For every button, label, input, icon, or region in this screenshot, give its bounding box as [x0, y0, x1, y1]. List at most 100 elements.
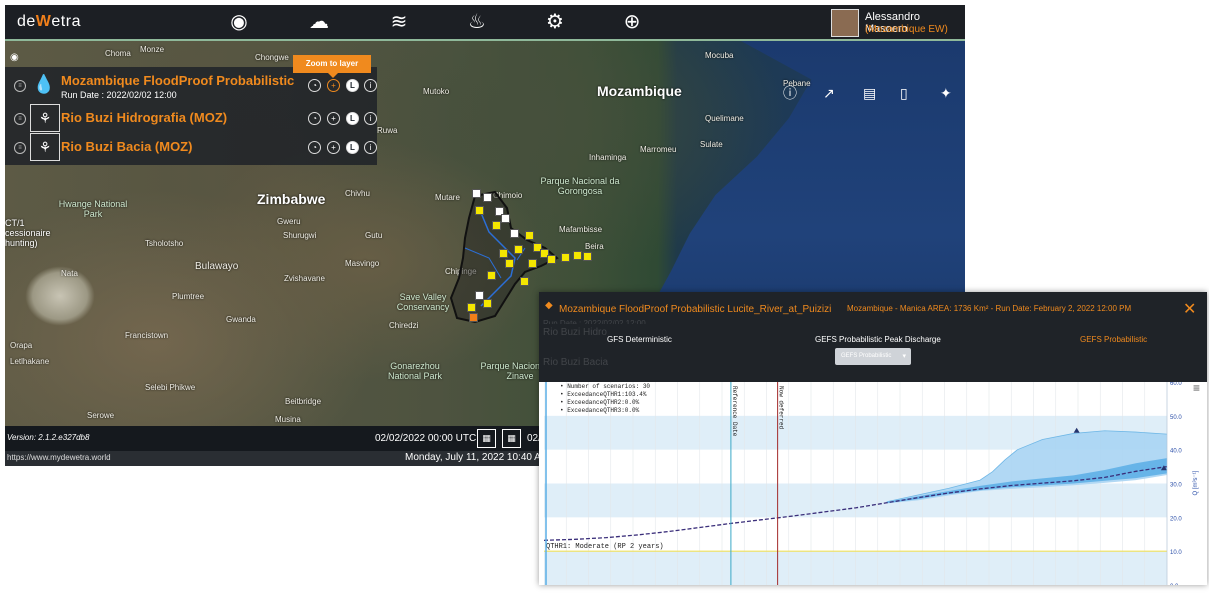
station-marker[interactable] — [472, 189, 481, 198]
gear-icon[interactable]: ⚙ — [543, 10, 567, 34]
tab-gfs-deterministic[interactable]: GFS Deterministic — [607, 335, 672, 344]
forecast-chart-panel: ◆ Mozambique FloodProof Probabilistic Lu… — [539, 292, 1207, 585]
legend-icon[interactable]: L — [346, 112, 359, 125]
zoom-to-layer-icon[interactable]: + — [327, 112, 340, 125]
stat-text: • ExceedanceQTHR1:103.4% — [560, 391, 647, 398]
panel-info: Mozambique - Manica AREA: 1736 Km² - Run… — [847, 304, 1132, 313]
y-tick-label: 20.0 — [1170, 516, 1182, 522]
zoom-to-layer-icon[interactable]: + — [327, 79, 340, 92]
info-icon[interactable]: i — [364, 141, 377, 154]
calendar-icon[interactable]: ▦ — [502, 429, 521, 448]
tab-gefs-probabilistic[interactable]: GEFS Probabilistic — [1080, 335, 1147, 344]
logo-text: de — [17, 13, 36, 30]
map-label: Gweru — [277, 217, 301, 226]
y-tick-label: 60.0 — [1170, 382, 1182, 387]
map-label: Mutoko — [423, 87, 450, 96]
station-marker[interactable] — [492, 221, 501, 230]
avatar[interactable] — [831, 9, 859, 37]
station-marker[interactable] — [510, 229, 519, 238]
layer-row[interactable]: ≡ ⚘ Rio Buzi Hidrografia (MOZ) ◔ + L i — [5, 104, 377, 134]
map-label: Tsholotsho — [145, 239, 184, 248]
layer-drag-icon[interactable]: ≡ — [14, 113, 26, 125]
station-marker[interactable] — [499, 249, 508, 258]
stat-text: • ExceedanceQTHR3:0.0% — [560, 407, 640, 414]
station-marker[interactable] — [561, 253, 570, 262]
forecast-chart: QTHR1: Moderate (RP 2 years) Reference Da… — [544, 382, 1199, 585]
layer-drag-icon[interactable]: ≡ — [14, 142, 26, 154]
map-label: Beitbridge — [285, 397, 322, 406]
station-marker[interactable] — [520, 277, 529, 286]
y-tick-label: 40.0 — [1170, 449, 1182, 455]
map-label: Shurugwi — [283, 231, 317, 240]
info-icon[interactable]: i — [364, 112, 377, 125]
zoom-to-layer-icon[interactable]: + — [327, 141, 340, 154]
layer-visibility-toggle-icon[interactable]: ◉ — [10, 52, 19, 63]
station-marker[interactable] — [583, 252, 592, 261]
layer-row[interactable]: ≡ 💧 Mozambique FloodProof Probabilistic … — [5, 69, 377, 100]
map-label: Chiredzi — [389, 321, 419, 330]
satellite-icon[interactable]: ✦ — [940, 83, 952, 103]
layer-drag-icon[interactable]: ≡ — [14, 80, 26, 92]
station-marker[interactable] — [547, 255, 556, 264]
map-label: Chongwe — [255, 53, 289, 62]
layer-title[interactable]: Mozambique FloodProof Probabilistic — [61, 73, 294, 88]
map-label: Gutu — [365, 231, 383, 240]
hydro-icon[interactable]: ♨ — [465, 10, 489, 34]
close-icon[interactable]: ✕ — [1183, 299, 1196, 319]
document-icon[interactable]: ▯ — [900, 83, 908, 103]
map-label: Masvingo — [345, 259, 380, 268]
station-marker[interactable] — [487, 271, 496, 280]
map-side-label: CT/1 — [5, 218, 25, 228]
legend-icon[interactable]: L — [346, 141, 359, 154]
dewetra-logo[interactable]: deWetra — [17, 13, 81, 31]
layer-title[interactable]: Rio Buzi Hidrografia (MOZ) — [61, 110, 227, 125]
info-icon[interactable]: ⓘ — [783, 83, 797, 103]
time-control-icon[interactable]: ◔ — [308, 141, 321, 154]
vertical-marker-label: Now deferred — [778, 386, 785, 430]
time-control-icon[interactable]: ◔ — [308, 79, 321, 92]
map-label: Zvishavane — [284, 274, 325, 283]
info-icon[interactable]: i — [364, 79, 377, 92]
layer-row[interactable]: ≡ ⚘ Rio Buzi Bacia (MOZ) ◔ + L i — [5, 133, 377, 163]
weather-icon[interactable]: ☁ — [307, 10, 331, 34]
map-label: Monze — [140, 45, 165, 54]
layer-panel: ≡ 💧 Mozambique FloodProof Probabilistic … — [5, 67, 377, 165]
legend-icon[interactable]: L — [346, 79, 359, 92]
scenario-select[interactable]: GEFS Probabilistic — [835, 348, 911, 365]
map-label: Marromeu — [640, 145, 677, 154]
layers-icon[interactable]: ≋ — [387, 10, 411, 34]
map-label: Choma — [105, 49, 131, 58]
station-marker[interactable] — [501, 214, 510, 223]
station-marker[interactable] — [483, 193, 492, 202]
panel-title: Mozambique FloodProof Probabilistic Luci… — [559, 304, 832, 315]
station-marker[interactable] — [505, 259, 514, 268]
map-label: Ruwa — [377, 126, 398, 135]
chart-icon[interactable]: ↗ — [823, 83, 835, 103]
calendar-icon[interactable]: ▦ — [477, 429, 496, 448]
map-label: Inhaminga — [589, 153, 627, 162]
station-marker[interactable] — [573, 251, 582, 260]
layer-title[interactable]: Rio Buzi Bacia (MOZ) — [61, 139, 192, 154]
globe-search-icon[interactable]: ⊕ — [620, 10, 644, 34]
map-label: Nata — [61, 269, 78, 278]
station-marker[interactable] — [525, 231, 534, 240]
station-marker[interactable] — [528, 259, 537, 268]
map-label: Francistown — [125, 331, 169, 340]
stat-text: • ExceedanceQTHR2:0.0% — [560, 399, 640, 406]
station-marker[interactable] — [514, 245, 523, 254]
map-label: Orapa — [10, 341, 33, 350]
station-marker[interactable] — [475, 206, 484, 215]
y-axis-label: Q [m³s⁻¹] — [1193, 470, 1199, 495]
station-marker-selected[interactable] — [469, 313, 478, 322]
print-icon[interactable]: ▤ — [863, 83, 876, 103]
site-url[interactable]: https://www.mydewetra.world — [7, 453, 111, 462]
logo-text-suffix: etra — [51, 13, 81, 30]
tab-gefs-peak-discharge[interactable]: GEFS Probabilistic Peak Discharge — [815, 335, 941, 344]
station-marker[interactable] — [483, 299, 492, 308]
y-tick-label: 50.0 — [1170, 415, 1182, 421]
time-control-icon[interactable]: ◔ — [308, 112, 321, 125]
station-marker[interactable] — [467, 303, 476, 312]
map-label: Bulawayo — [195, 261, 239, 272]
eye-icon[interactable]: ◉ — [227, 10, 251, 34]
map-label-mozambique: Mozambique — [597, 83, 682, 99]
